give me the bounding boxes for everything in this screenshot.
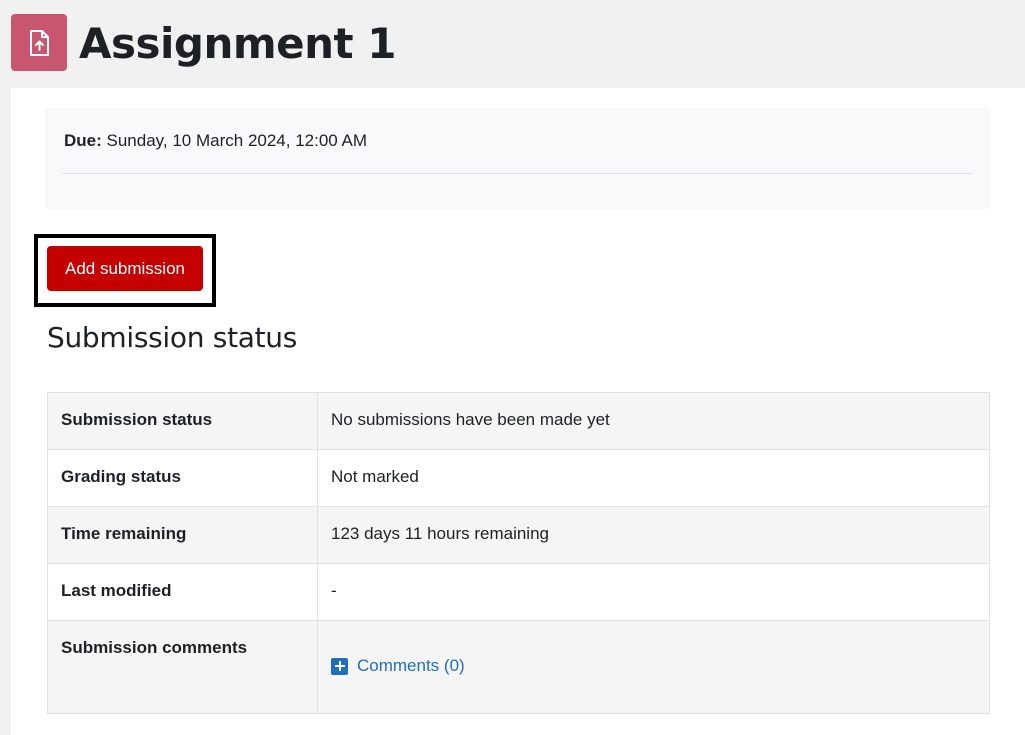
due-label: Due: [64,131,102,150]
row-value: Comments (0) [317,620,990,714]
row-value: No submissions have been made yet [317,392,990,450]
row-label: Last modified [47,563,318,621]
table-row: Submission comments Comments (0) [47,620,990,714]
due-date: Due: Sunday, 10 March 2024, 12:00 AM [64,130,367,152]
row-value: 123 days 11 hours remaining [317,506,990,564]
submission-status-table: Submission status No submissions have be… [47,392,990,714]
assignment-page: Assignment 1 Due: Sunday, 10 March 2024,… [0,0,1025,735]
divider [62,173,973,174]
comments-link[interactable]: Comments (0) [331,655,465,677]
page-header: Assignment 1 [0,0,1025,88]
table-row: Last modified - [47,563,990,621]
submission-status-heading: Submission status [47,321,298,354]
row-label: Grading status [47,449,318,507]
table-row: Grading status Not marked [47,449,990,507]
add-submission-button[interactable]: Add submission [47,246,203,291]
due-value: Sunday, 10 March 2024, 12:00 AM [106,131,368,150]
plus-square-icon [331,657,348,675]
main-content: Due: Sunday, 10 March 2024, 12:00 AM Add… [11,88,1025,735]
table-row: Time remaining 123 days 11 hours remaini… [47,506,990,564]
comments-link-label: Comments (0) [357,656,465,675]
activity-dates: Due: Sunday, 10 March 2024, 12:00 AM [45,108,991,209]
page-title: Assignment 1 [79,19,396,68]
row-label: Time remaining [47,506,318,564]
file-upload-icon [30,29,49,56]
row-value: Not marked [317,449,990,507]
row-label: Submission status [47,392,318,450]
assignment-upload-icon [11,14,67,71]
row-value: - [317,563,990,621]
table-row: Submission status No submissions have be… [47,392,990,450]
row-label: Submission comments [47,620,318,714]
